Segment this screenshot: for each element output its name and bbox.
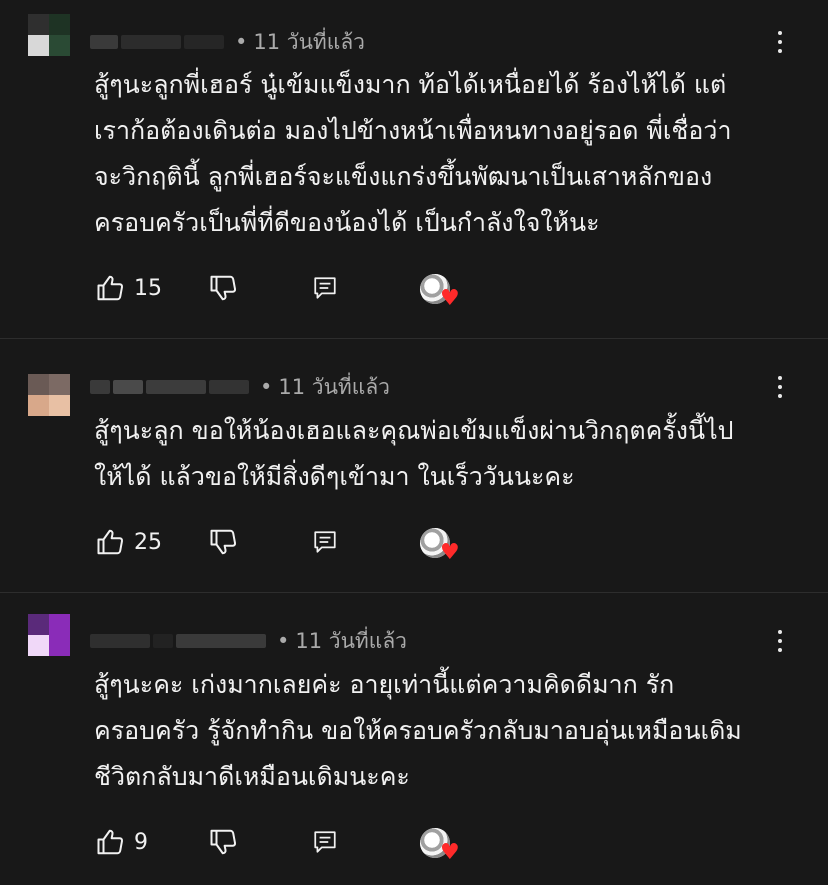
comment-actions: 25 ♥ [96,526,476,564]
thumbs-up-icon [97,529,124,555]
comment-divider [0,592,828,593]
author-name-redacted[interactable] [90,377,252,397]
comment-text: สู้ๆนะลูก ขอให้น้องเฮอและคุณพ่อเข้มแข็งผ… [94,408,794,500]
dislike-button[interactable] [209,272,239,304]
comment-line: สู้ๆนะลูก ขอให้น้องเฮอและคุณพ่อเข้มแข็งผ… [94,416,734,445]
reply-button[interactable] [312,826,338,858]
avatar[interactable] [28,614,70,656]
like-count: 25 [134,529,162,555]
like-button[interactable]: 9 [96,826,148,858]
comment-timestamp[interactable]: 11 วันที่แล้ว [253,26,365,59]
comment-line: ครอบครัวเป็นพี่ที่ดีของน้องได้ เป็นกำลัง… [94,208,600,237]
thumbs-down-icon [210,829,237,855]
comment-actions: 9 ♥ [96,826,476,864]
creator-heart-icon: ♥ [440,540,460,565]
reply-comment-icon [314,531,336,553]
more-vert-icon[interactable] [770,373,790,401]
comment-actions: 15 ♥ [96,272,476,310]
like-button[interactable]: 25 [96,526,162,558]
like-count: 15 [134,275,162,301]
creator-heart-icon: ♥ [440,840,460,865]
comment-timestamp[interactable]: 11 วันที่แล้ว [295,625,407,658]
comment-divider [0,338,828,339]
comment-timestamp[interactable]: 11 วันที่แล้ว [278,371,390,404]
comment-text: สู้ๆนะลูกพี่เฮอร์ นู๋เข้มแข็งมาก ท้อได้เ… [94,62,794,246]
thumbs-up-icon [97,829,124,855]
meta-separator: • [277,629,290,653]
author-name-redacted[interactable] [90,32,227,52]
comment-line: จะวิกฤตินี้ ลูกพี่เฮอร์จะแข็งแกร่งขึ้นพั… [94,162,713,191]
creator-heart-badge[interactable]: ♥ [420,528,460,564]
comment-meta: • 11 วันที่แล้ว [90,28,365,56]
thumbs-up-icon [97,275,124,301]
reply-comment-icon [314,277,336,299]
more-vert-icon[interactable] [770,28,790,56]
dislike-button[interactable] [209,526,239,558]
creator-heart-badge[interactable]: ♥ [420,274,460,310]
comment-line: สู้ๆนะคะ เก่งมากเลยค่ะ อายุเท่านี้แต่ควา… [94,670,675,699]
avatar[interactable] [28,14,70,56]
thumbs-down-icon [210,275,237,301]
creator-heart-badge[interactable]: ♥ [420,828,460,864]
meta-separator: • [235,30,248,54]
avatar[interactable] [28,374,70,416]
like-button[interactable]: 15 [96,272,162,304]
comment-text: สู้ๆนะคะ เก่งมากเลยค่ะ อายุเท่านี้แต่ควา… [94,662,794,800]
comment-line: ครอบครัว รู้จักทำกิน ขอให้ครอบครัวกลับมา… [94,716,742,745]
comment-meta: • 11 วันที่แล้ว [90,373,390,401]
comment-line: ให้ได้ แล้วขอให้มีสิ่งดีๆเข้ามา ในเร็ววั… [94,462,575,491]
meta-separator: • [260,375,273,399]
comment-line: เราก้อต้องเดินต่อ มองไปข้างหน้าเพื่อหนทา… [94,116,732,145]
comment-line: ชีวิตกลับมาดีเหมือนเดิมนะคะ [94,762,410,791]
reply-button[interactable] [312,526,338,558]
creator-heart-icon: ♥ [440,286,460,311]
dislike-button[interactable] [209,826,239,858]
author-name-redacted[interactable] [90,631,269,651]
more-vert-icon[interactable] [770,627,790,655]
like-count: 9 [134,829,148,855]
reply-button[interactable] [312,272,338,304]
comment-meta: • 11 วันที่แล้ว [90,627,407,655]
thumbs-down-icon [210,529,237,555]
comment-line: สู้ๆนะลูกพี่เฮอร์ นู๋เข้มแข็งมาก ท้อได้เ… [94,70,727,99]
reply-comment-icon [314,831,336,853]
